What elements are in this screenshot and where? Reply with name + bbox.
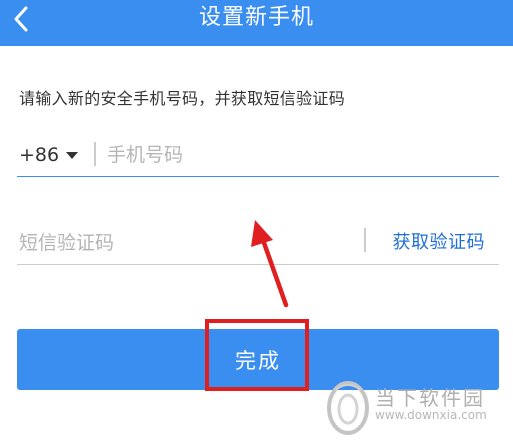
header-bar: 设置新手机 [0, 0, 513, 46]
sms-code-row: 获取验证码 [17, 222, 499, 265]
done-button[interactable]: 完成 [17, 329, 499, 390]
phone-number-input[interactable] [107, 140, 487, 170]
sms-divider [364, 228, 366, 252]
sms-code-input[interactable] [19, 228, 349, 258]
done-button-label: 完成 [235, 348, 281, 373]
phone-divider [94, 142, 96, 166]
phone-number-row: +86 [17, 136, 499, 177]
instruction-text: 请输入新的安全手机号码，并获取短信验证码 [19, 89, 346, 108]
watermark-url: www.downxia.com [375, 408, 487, 422]
country-code-selector[interactable]: +86 [19, 142, 79, 168]
caret-down-icon [66, 151, 79, 159]
get-code-button[interactable]: 获取验证码 [393, 229, 486, 257]
screen: 设置新手机 请输入新的安全手机号码，并获取短信验证码 +86 获取验证码 完成 … [0, 0, 513, 447]
page-title: 设置新手机 [198, 5, 314, 30]
country-code-label: +86 [19, 144, 60, 166]
